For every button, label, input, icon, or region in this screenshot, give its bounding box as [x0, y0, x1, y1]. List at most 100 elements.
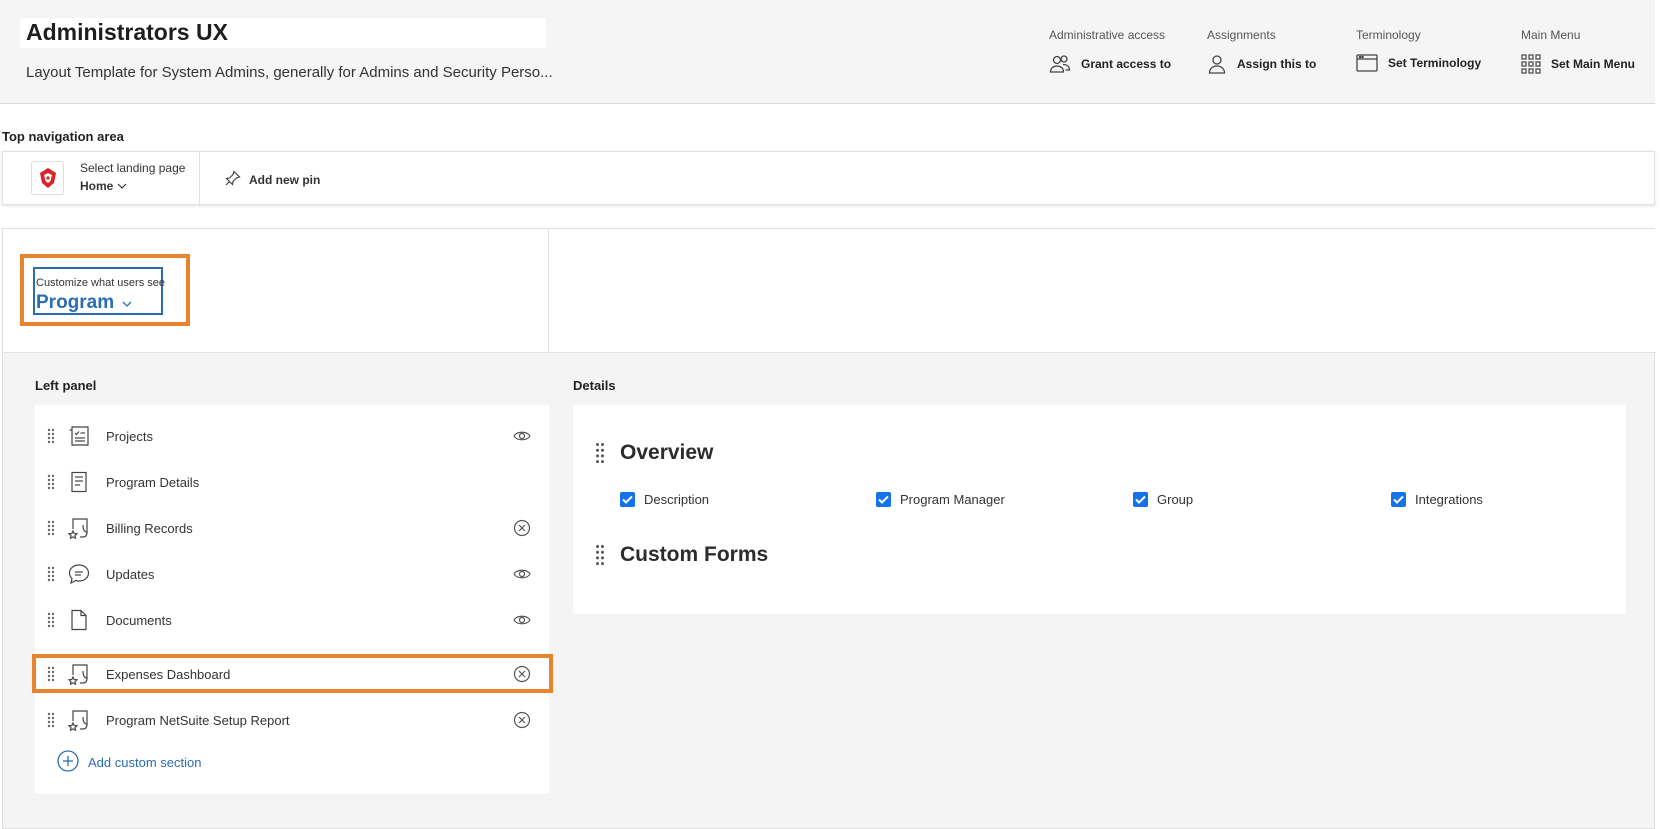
drag-handle-icon[interactable]: [47, 566, 55, 587]
section-title-overview: Overview: [620, 441, 714, 464]
main-menu-group: Main Menu Set Main Menu: [1521, 28, 1635, 74]
eye-icon[interactable]: [513, 427, 531, 450]
left-panel-item-expenses-dashboard[interactable]: Expenses Dashboard: [35, 656, 549, 694]
customize-divider: [548, 229, 549, 353]
grant-access-button[interactable]: Grant access to: [1049, 54, 1171, 74]
report-star-icon: [67, 709, 90, 736]
left-panel-item-label: Expenses Dashboard: [106, 667, 231, 682]
document-lines-icon: [68, 471, 90, 498]
landing-page-value: Home: [80, 179, 114, 193]
customize-object-dropdown[interactable]: Program: [36, 292, 132, 314]
checkbox-checked-icon[interactable]: [1133, 492, 1148, 507]
remove-icon[interactable]: [513, 665, 531, 688]
administrative-access-caption: Administrative access: [1049, 28, 1166, 42]
checklist-icon: [68, 425, 90, 452]
left-panel-item-billing-records[interactable]: Billing Records: [35, 510, 549, 548]
assign-this-to-button[interactable]: Assign this to: [1207, 54, 1316, 74]
section-title-custom-forms: Custom Forms: [620, 543, 769, 566]
drag-handle-icon[interactable]: [595, 544, 605, 571]
details-panel: Overview Description Program Manager Gro…: [573, 405, 1626, 614]
field-label: Integrations: [1415, 492, 1483, 507]
terminology-group: Terminology Set Terminology: [1356, 28, 1481, 72]
left-panel-item-label: Billing Records: [106, 521, 193, 536]
lion-logo-icon: [39, 168, 56, 188]
left-panel-item-label: Projects: [106, 429, 153, 444]
customize-caption: Customize what users see: [36, 277, 165, 289]
customize-object-selector[interactable]: Customize what users see Program: [33, 267, 165, 315]
layout-editor: Customize what users see Program Left pa…: [2, 228, 1656, 829]
left-panel-item-label: Updates: [106, 567, 155, 582]
user-icon: [1207, 54, 1227, 74]
remove-icon[interactable]: [513, 711, 531, 734]
left-panel-item-label: Documents: [106, 613, 172, 628]
report-star-icon: [67, 663, 90, 690]
landing-page-caption: Select landing page: [80, 161, 186, 175]
left-panel-item-program-details[interactable]: Program Details: [35, 464, 549, 502]
left-panel-list: Projects Program Details Billing Records…: [32, 405, 553, 794]
main-menu-caption: Main Menu: [1521, 28, 1581, 42]
administrative-access-group: Administrative access Grant access to: [1049, 28, 1171, 74]
grant-access-label: Grant access to: [1081, 57, 1172, 71]
customize-object-value: Program: [36, 292, 115, 313]
drag-handle-icon[interactable]: [47, 712, 55, 733]
customize-area: Customize what users see Program: [3, 229, 1656, 353]
drag-handle-icon[interactable]: [47, 612, 55, 633]
top-navigation-label: Top navigation area: [2, 129, 124, 144]
drag-handle-icon[interactable]: [47, 428, 55, 449]
add-custom-section-button[interactable]: Add custom section: [57, 750, 201, 775]
drag-handle-icon[interactable]: [47, 666, 55, 687]
chat-bubble-icon: [68, 563, 90, 590]
assign-this-to-label: Assign this to: [1237, 57, 1317, 71]
drag-handle-icon[interactable]: [47, 474, 55, 495]
checkbox-checked-icon[interactable]: [1391, 492, 1406, 507]
drag-handle-icon[interactable]: [595, 442, 605, 469]
left-panel-item-updates[interactable]: Updates: [35, 556, 549, 594]
left-panel-item-label: Program NetSuite Setup Report: [106, 713, 290, 728]
eye-icon[interactable]: [513, 611, 531, 634]
left-panel-item-label: Program Details: [106, 475, 200, 490]
set-terminology-button[interactable]: Set Terminology: [1356, 54, 1481, 72]
left-panel-label: Left panel: [35, 378, 97, 393]
page-title[interactable]: Administrators UX: [26, 19, 228, 46]
chevron-down-icon: [122, 292, 132, 314]
field-label: Group: [1157, 492, 1194, 507]
landing-page-selector[interactable]: Select landing page Home: [3, 152, 200, 206]
field-checkbox-integrations[interactable]: Integrations: [1391, 492, 1483, 507]
company-logo: [31, 161, 64, 195]
terminology-caption: Terminology: [1356, 28, 1421, 42]
field-checkbox-program-manager[interactable]: Program Manager: [876, 492, 1005, 507]
pin-icon: [225, 170, 241, 189]
document-icon: [68, 609, 90, 636]
remove-icon[interactable]: [513, 519, 531, 542]
set-main-menu-label: Set Main Menu: [1551, 57, 1636, 71]
eye-icon[interactable]: [513, 565, 531, 588]
grid-icon: [1521, 54, 1541, 74]
report-star-icon: [67, 517, 90, 544]
field-checkbox-group[interactable]: Group: [1133, 492, 1193, 507]
plus-circle-icon: [57, 750, 79, 775]
template-header: Administrators UX Layout Template for Sy…: [0, 0, 1655, 104]
assignments-caption: Assignments: [1207, 28, 1276, 42]
landing-page-dropdown[interactable]: Home: [80, 179, 127, 193]
set-main-menu-button[interactable]: Set Main Menu: [1521, 54, 1635, 74]
browser-window-icon: [1356, 54, 1378, 72]
left-panel-item-documents[interactable]: Documents: [35, 602, 549, 640]
checkbox-checked-icon[interactable]: [620, 492, 635, 507]
top-navigation-bar: Select landing page Home Add new pin: [2, 151, 1655, 206]
left-panel-item-projects[interactable]: Projects: [35, 418, 549, 456]
set-terminology-label: Set Terminology: [1388, 56, 1482, 70]
field-label: Program Manager: [900, 492, 1005, 507]
details-label: Details: [573, 378, 616, 393]
field-label: Description: [644, 492, 710, 507]
add-custom-section-label: Add custom section: [88, 755, 202, 770]
checkbox-checked-icon[interactable]: [876, 492, 891, 507]
left-panel-item-program-netsuite-setup-report[interactable]: Program NetSuite Setup Report: [35, 702, 549, 740]
add-new-pin-button[interactable]: Add new pin: [225, 170, 320, 189]
users-icon: [1049, 54, 1071, 74]
field-checkbox-description[interactable]: Description: [620, 492, 709, 507]
add-new-pin-label: Add new pin: [249, 172, 321, 187]
assignments-group: Assignments Assign this to: [1207, 28, 1316, 74]
chevron-down-icon: [117, 179, 127, 193]
page-subtitle[interactable]: Layout Template for System Admins, gener…: [26, 64, 553, 81]
drag-handle-icon[interactable]: [47, 520, 55, 541]
